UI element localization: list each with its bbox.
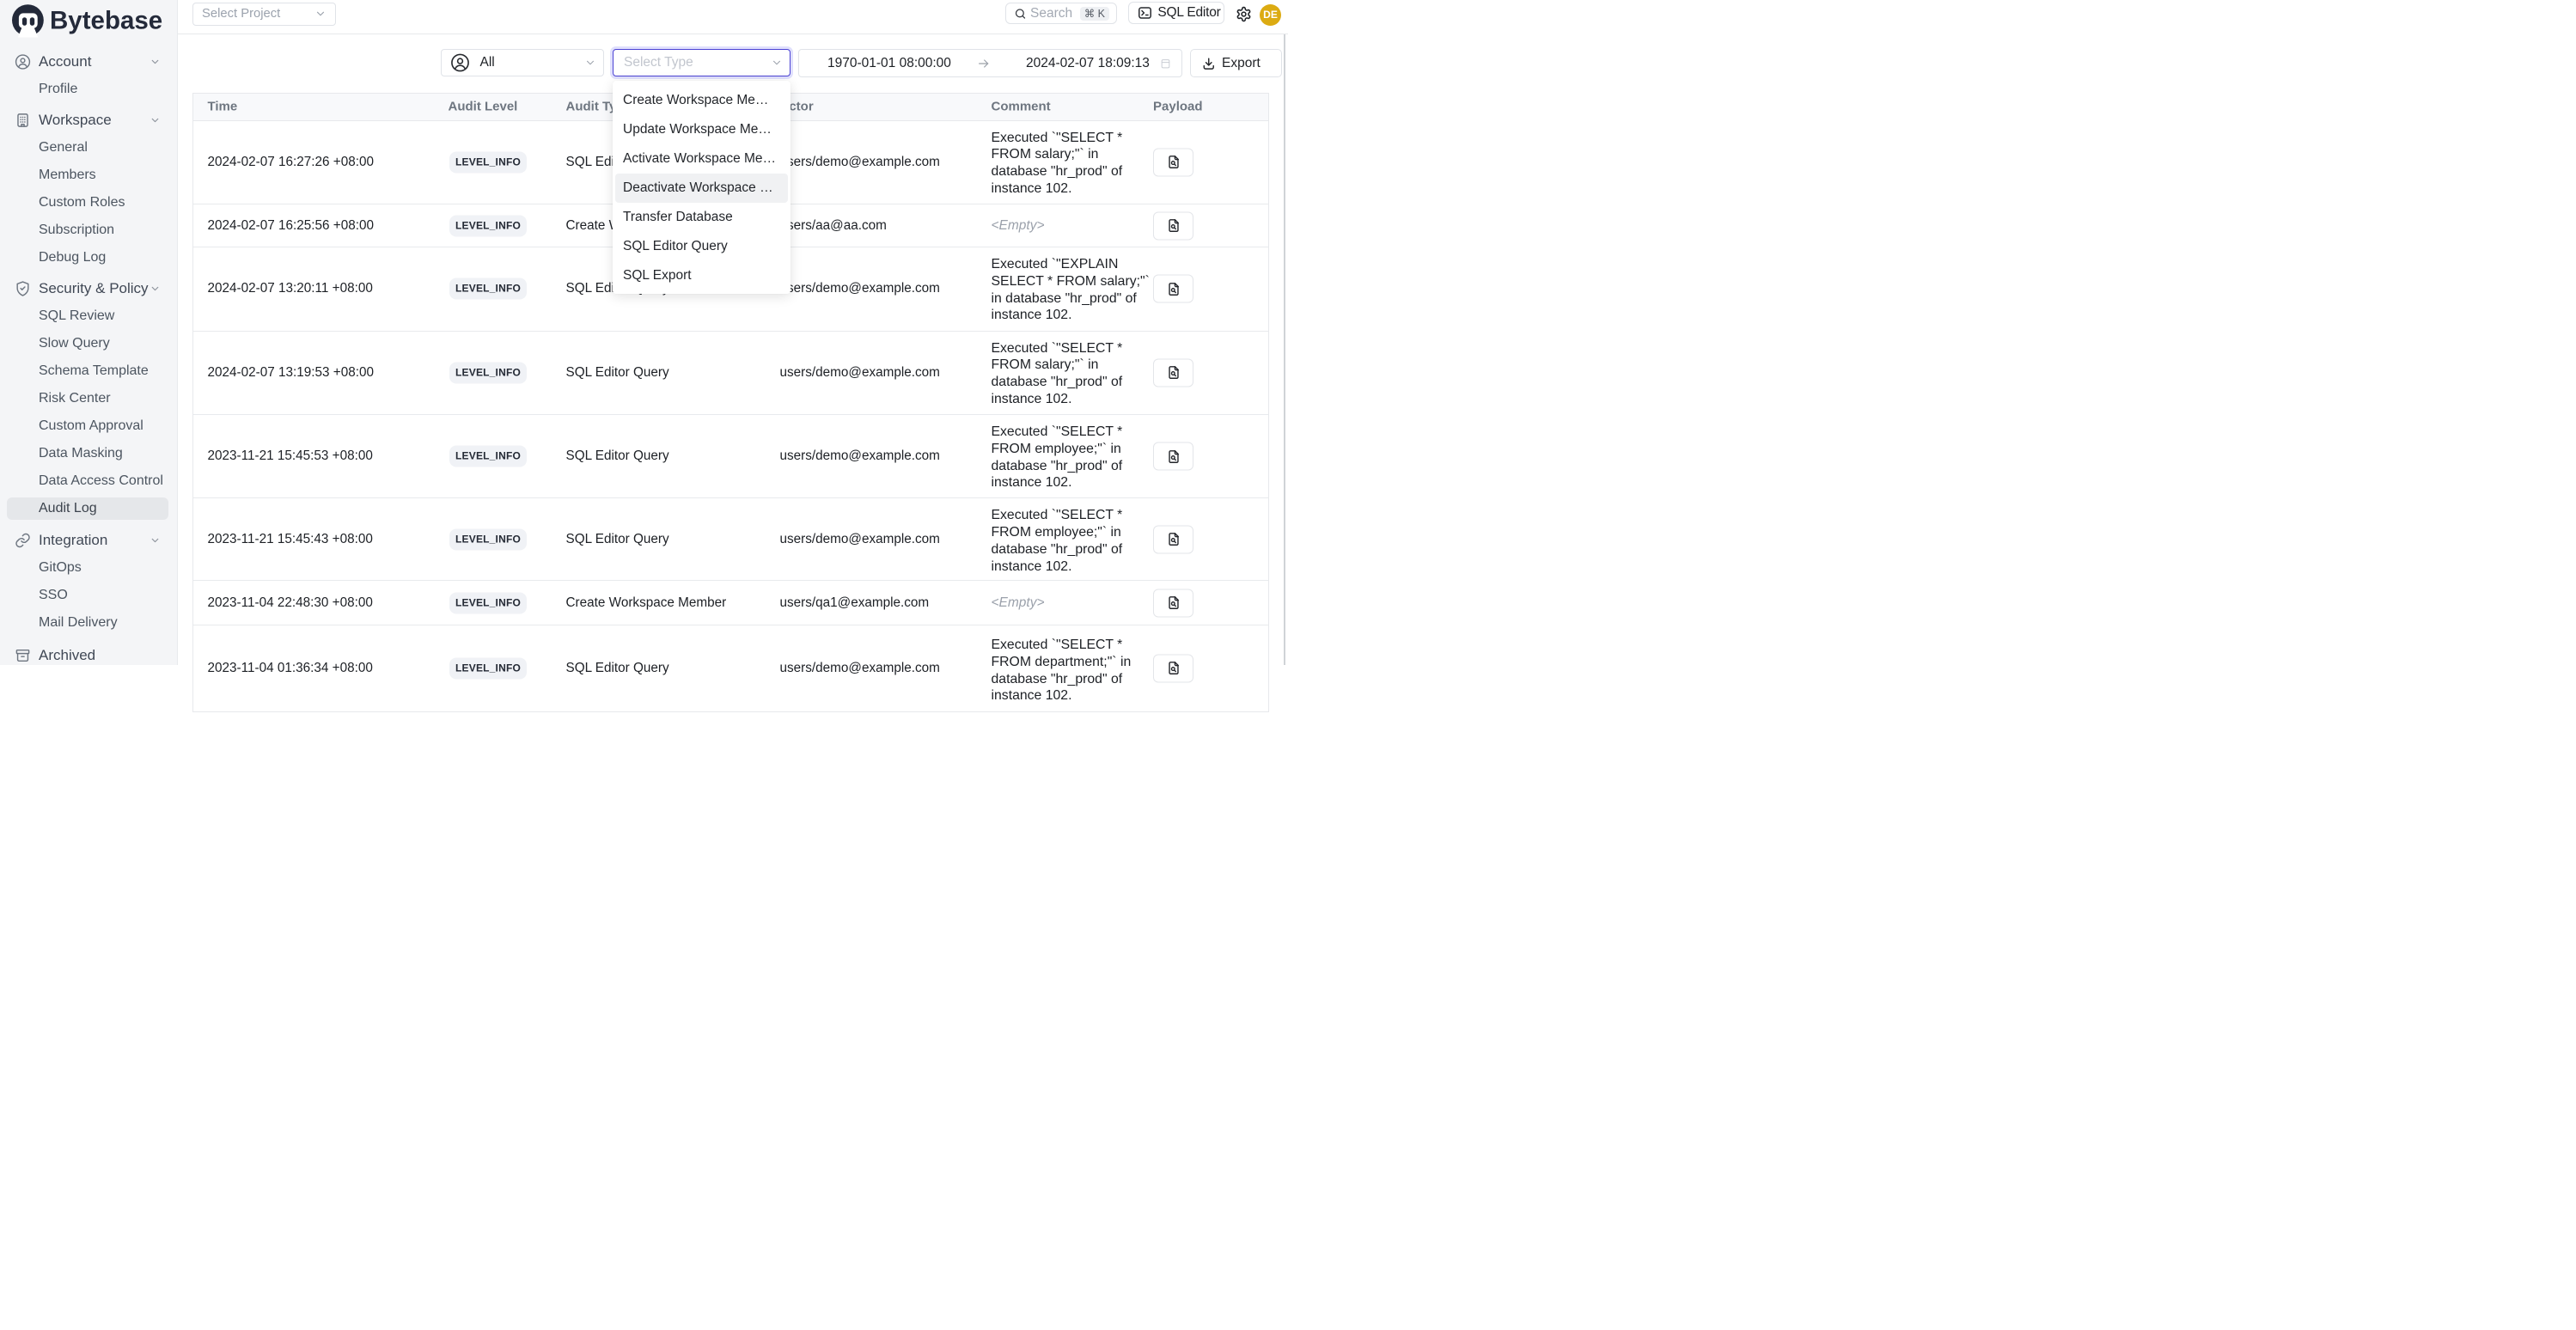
svg-text:Bytebase: Bytebase <box>50 6 162 34</box>
